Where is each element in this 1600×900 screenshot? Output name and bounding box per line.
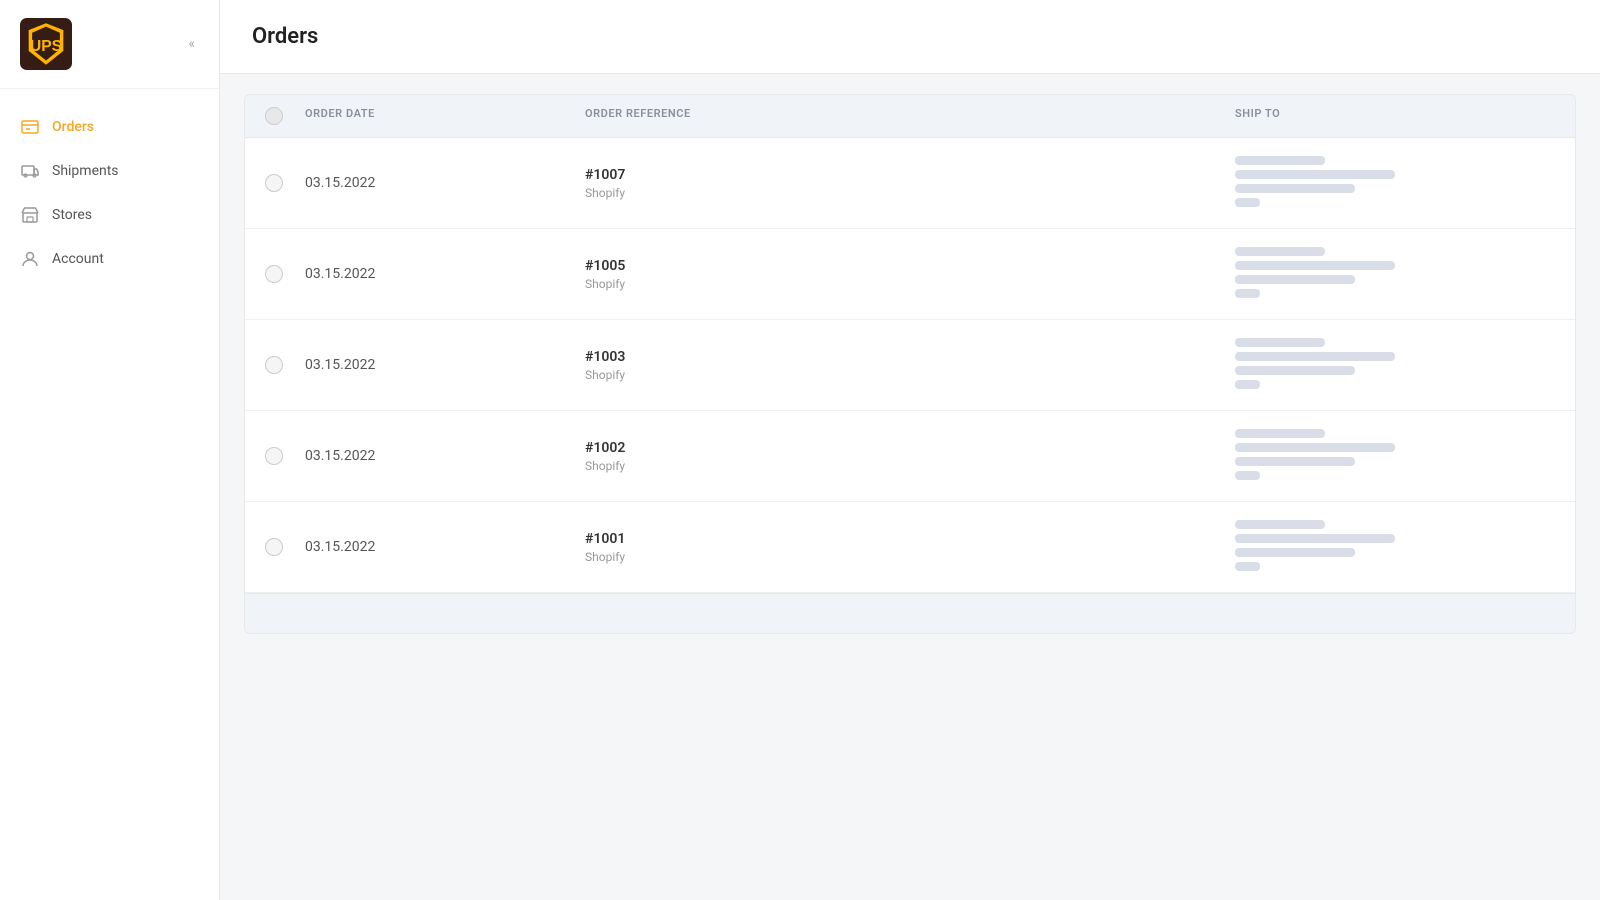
ship-to-line xyxy=(1235,380,1260,389)
row-1003-ref-number: #1003 xyxy=(585,349,1235,365)
row-1001-reference: #1001 Shopify xyxy=(585,531,1235,564)
ship-to-line xyxy=(1235,429,1325,438)
orders-table: ORDER DATE ORDER REFERENCE SHIP TO 03.15… xyxy=(244,94,1576,634)
checkbox-col-header xyxy=(265,107,305,125)
sidebar-item-account-label: Account xyxy=(52,251,104,267)
ship-to-line xyxy=(1235,562,1260,571)
table-footer xyxy=(245,593,1575,633)
ship-to-line xyxy=(1235,443,1395,452)
ship-to-line xyxy=(1235,261,1395,270)
ship-to-line xyxy=(1235,366,1355,375)
row-1005-ship-to xyxy=(1235,247,1555,301)
row-1001-ship-to xyxy=(1235,520,1555,574)
row-1001-date: 03.15.2022 xyxy=(305,539,585,555)
table-row: 03.15.2022 #1005 Shopify xyxy=(245,229,1575,320)
row-1002-reference: #1002 Shopify xyxy=(585,440,1235,473)
select-all-checkbox[interactable] xyxy=(265,107,283,125)
sidebar-item-shipments[interactable]: Shipments xyxy=(0,149,219,193)
ship-to-line xyxy=(1235,289,1260,298)
row-1005-date: 03.15.2022 xyxy=(305,266,585,282)
row-1002-ref-source: Shopify xyxy=(585,459,1235,473)
sidebar-nav: Orders Shipments xyxy=(0,89,219,297)
sidebar-logo-area: UPS « xyxy=(0,0,219,89)
row-1003-date: 03.15.2022 xyxy=(305,357,585,373)
row-1002-date: 03.15.2022 xyxy=(305,448,585,464)
main-content: Orders ORDER DATE ORDER REFERENCE SHIP T… xyxy=(220,0,1600,900)
order-reference-col-header: ORDER REFERENCE xyxy=(585,107,1235,125)
table-row: 03.15.2022 #1002 Shopify xyxy=(245,411,1575,502)
ship-to-line xyxy=(1235,534,1395,543)
ship-to-line xyxy=(1235,548,1355,557)
row-1001-ref-source: Shopify xyxy=(585,550,1235,564)
sidebar-item-orders-label: Orders xyxy=(52,119,94,135)
row-checkbox-cell xyxy=(265,265,305,283)
row-1007-ref-source: Shopify xyxy=(585,186,1235,200)
row-1005-ref-number: #1005 xyxy=(585,258,1235,274)
orders-icon xyxy=(20,117,40,137)
svg-text:UPS: UPS xyxy=(30,38,62,55)
ship-to-line xyxy=(1235,156,1325,165)
page-title: Orders xyxy=(252,24,1568,49)
row-1002-ref-number: #1002 xyxy=(585,440,1235,456)
sidebar: UPS « Orders xyxy=(0,0,220,900)
account-icon xyxy=(20,249,40,269)
row-1007-ref-number: #1007 xyxy=(585,167,1235,183)
sidebar-item-orders[interactable]: Orders xyxy=(0,105,219,149)
ship-to-line xyxy=(1235,198,1260,207)
sidebar-item-shipments-label: Shipments xyxy=(52,163,119,179)
table-row: 03.15.2022 #1003 Shopify xyxy=(245,320,1575,411)
sidebar-item-stores[interactable]: Stores xyxy=(0,193,219,237)
ship-to-line xyxy=(1235,170,1395,179)
ship-to-line xyxy=(1235,247,1325,256)
row-1001-checkbox[interactable] xyxy=(265,538,283,556)
order-date-col-header: ORDER DATE xyxy=(305,107,585,125)
row-1005-reference: #1005 Shopify xyxy=(585,258,1235,291)
row-checkbox-cell xyxy=(265,174,305,192)
row-1005-checkbox[interactable] xyxy=(265,265,283,283)
row-1007-date: 03.15.2022 xyxy=(305,175,585,191)
row-checkbox-cell xyxy=(265,538,305,556)
row-1002-checkbox[interactable] xyxy=(265,447,283,465)
row-checkbox-cell xyxy=(265,356,305,374)
row-1003-checkbox[interactable] xyxy=(265,356,283,374)
row-1005-ref-source: Shopify xyxy=(585,277,1235,291)
sidebar-item-stores-label: Stores xyxy=(52,207,92,223)
ship-to-col-header: SHIP TO xyxy=(1235,107,1555,125)
row-1001-ref-number: #1001 xyxy=(585,531,1235,547)
stores-icon xyxy=(20,205,40,225)
shipments-icon xyxy=(20,161,40,181)
row-1007-reference: #1007 Shopify xyxy=(585,167,1235,200)
row-1003-ship-to xyxy=(1235,338,1555,392)
ups-logo-icon: UPS xyxy=(20,18,72,70)
page-header: Orders xyxy=(220,0,1600,74)
row-1002-ship-to xyxy=(1235,429,1555,483)
row-checkbox-cell xyxy=(265,447,305,465)
ship-to-line xyxy=(1235,520,1325,529)
ship-to-line xyxy=(1235,275,1355,284)
ship-to-line xyxy=(1235,338,1325,347)
ship-to-line xyxy=(1235,352,1395,361)
table-row: 03.15.2022 #1007 Shopify xyxy=(245,138,1575,229)
ship-to-line xyxy=(1235,457,1355,466)
row-1003-reference: #1003 Shopify xyxy=(585,349,1235,382)
ship-to-line xyxy=(1235,471,1260,480)
row-1007-checkbox[interactable] xyxy=(265,174,283,192)
ship-to-line xyxy=(1235,184,1355,193)
row-1003-ref-source: Shopify xyxy=(585,368,1235,382)
row-1007-ship-to xyxy=(1235,156,1555,210)
table-row: 03.15.2022 #1001 Shopify xyxy=(245,502,1575,593)
table-header: ORDER DATE ORDER REFERENCE SHIP TO xyxy=(245,95,1575,138)
sidebar-item-account[interactable]: Account xyxy=(0,237,219,281)
sidebar-collapse-button[interactable]: « xyxy=(184,32,199,56)
